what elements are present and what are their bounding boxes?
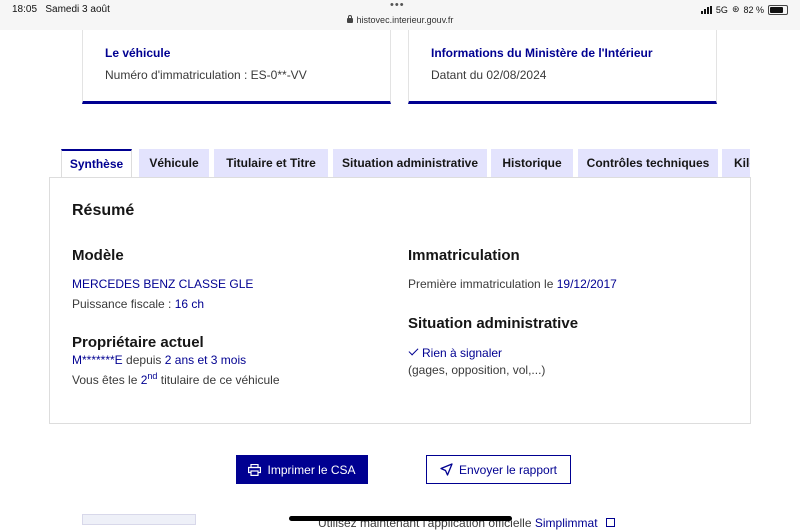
signal-icon (700, 5, 712, 14)
orientation-lock-icon: ⊛ (731, 4, 740, 14)
send-report-label: Envoyer le rapport (458, 462, 558, 477)
vehicle-card-text: Numéro d'immatriculation : ES-0**-VV (105, 68, 307, 82)
fiscal-power-label: Puissance fiscale : (72, 297, 172, 311)
first-registration-date: 19/12/2017 (556, 277, 617, 291)
print-csa-label: Imprimer le CSA (267, 462, 356, 477)
model-name: MERCEDES BENZ CLASSE GLE (72, 277, 254, 291)
simplimmat-link[interactable]: Simplimmat (535, 516, 598, 530)
status-time: 18:05 (12, 4, 38, 15)
ministry-card-title: Informations du Ministère de l'Intérieur (431, 46, 653, 60)
owner-since-value: 2 ans et 3 mois (164, 353, 247, 367)
fiscal-power: Puissance fiscale : 16 ch (72, 297, 204, 311)
owner-name: M*******E (72, 353, 123, 367)
status-time-date: 18:05 Samedi 3 août (12, 4, 110, 15)
status-bar: 18:05 Samedi 3 août ••• histovec.interie… (0, 0, 800, 30)
external-link-icon (605, 518, 615, 527)
model-heading: Modèle (72, 247, 124, 264)
admin-status: Rien à signaler (408, 345, 503, 360)
tab-vehicule[interactable]: Véhicule (139, 149, 209, 178)
status-indicators: 5G ⊛ 82 % (700, 4, 788, 15)
tab-situation-administrative[interactable]: Situation administrative (333, 149, 487, 178)
send-icon (440, 463, 453, 476)
owner-rank-number: 2nd (141, 371, 158, 387)
network-label: 5G (715, 4, 728, 15)
owner-rank: Vous êtes le 2nd titulaire de ce véhicul… (72, 371, 280, 387)
tab-synthese[interactable]: Synthèse (61, 149, 132, 178)
ministry-card: Informations du Ministère de l'Intérieur… (408, 30, 717, 104)
url-text: histovec.interieur.gouv.fr (356, 15, 454, 25)
check-icon (408, 345, 419, 356)
home-indicator[interactable] (289, 516, 512, 521)
admin-status-text: Rien à signaler (422, 346, 503, 360)
fiscal-power-value: 16 ch (174, 297, 205, 311)
printer-icon (248, 463, 262, 476)
summary-title: Résumé (72, 202, 135, 219)
vehicle-card-title: Le véhicule (105, 46, 171, 60)
owner-heading: Propriétaire actuel (72, 334, 204, 351)
address-bar[interactable]: histovec.interieur.gouv.fr (0, 15, 800, 25)
owner-rank-tail: titulaire de ce véhicule (160, 373, 280, 387)
battery-percent: 82 % (743, 4, 764, 15)
more-dots-icon[interactable]: ••• (390, 0, 405, 11)
print-csa-button[interactable]: Imprimer le CSA (236, 455, 368, 484)
vehicle-card: Le véhicule Numéro d'immatriculation : E… (82, 30, 391, 104)
tab-kilometrage[interactable]: Kilo (722, 149, 750, 178)
app-logo (82, 514, 196, 525)
admin-details: (gages, opposition, vol,...) (408, 363, 546, 377)
tab-bar: Synthèse Véhicule Titulaire et Titre Sit… (61, 149, 750, 178)
tab-controles-techniques[interactable]: Contrôles techniques (578, 149, 718, 178)
first-registration: Première immatriculation le 19/12/2017 (408, 277, 617, 291)
registration-heading: Immatriculation (408, 247, 520, 264)
owner-since-label: depuis (126, 353, 162, 367)
tab-titulaire[interactable]: Titulaire et Titre (214, 149, 328, 178)
battery-icon (768, 4, 788, 15)
tab-historique[interactable]: Historique (491, 149, 573, 178)
status-date: Samedi 3 août (45, 4, 110, 15)
owner-line: M*******E depuis 2 ans et 3 mois (72, 353, 246, 367)
ministry-card-text: Datant du 02/08/2024 (431, 68, 547, 82)
lock-icon (346, 15, 353, 23)
owner-rank-prefix: Vous êtes le (72, 373, 138, 387)
send-report-button[interactable]: Envoyer le rapport (426, 455, 571, 484)
first-registration-label: Première immatriculation le (408, 277, 554, 291)
admin-heading: Situation administrative (408, 315, 579, 332)
owner-rank-suffix: nd (147, 371, 158, 381)
